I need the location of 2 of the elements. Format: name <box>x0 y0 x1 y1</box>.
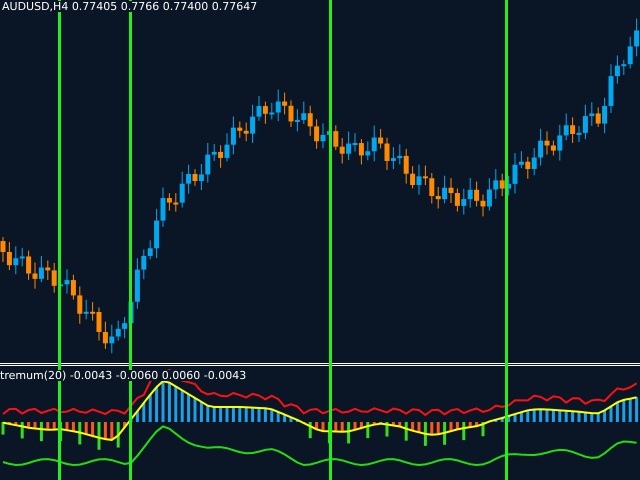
indicator-label: tremum(20) -0.0043 -0.0060 0.0060 -0.0043 <box>0 370 246 381</box>
symbol-header: AUDUSD,H4 0.77405 0.7766 0.77400 0.77647 <box>2 1 258 12</box>
